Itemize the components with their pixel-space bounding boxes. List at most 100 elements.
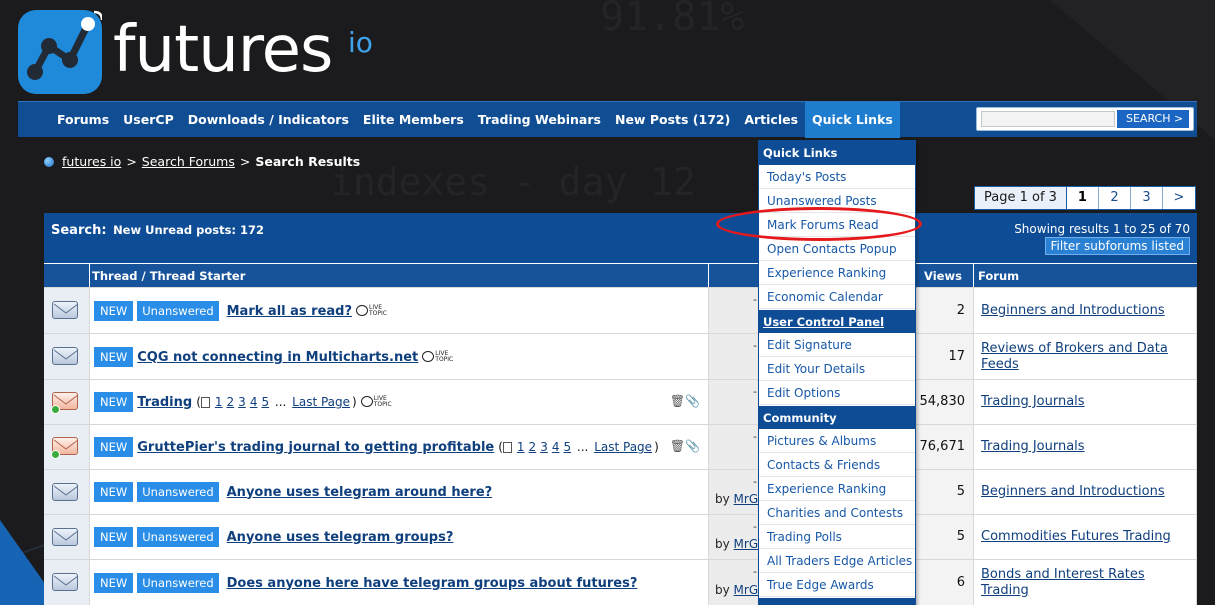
views-cell: 76,671: [914, 425, 974, 469]
thread-page-link[interactable]: 3: [238, 395, 246, 409]
menu-item-all-traders-edge-articles[interactable]: All Traders Edge Articles: [759, 549, 915, 573]
views-value: 76,671: [919, 439, 966, 454]
nav-quick-links[interactable]: Quick Links: [805, 102, 900, 138]
results-subtitle: New Unread posts: 172: [113, 223, 265, 237]
thread-title-link[interactable]: Anyone uses telegram groups?: [227, 530, 454, 545]
thread-page-link[interactable]: 3: [540, 440, 548, 454]
forum-link[interactable]: Reviews of Brokers and Data Feeds: [981, 341, 1191, 373]
menu-item-todays-posts[interactable]: Today's Posts: [759, 165, 915, 189]
col-forum-header[interactable]: Forum: [974, 263, 1197, 287]
views-cell: 2: [914, 288, 974, 333]
thread-page-link[interactable]: 2: [227, 395, 235, 409]
thread-status-cell: [44, 288, 90, 333]
thread-title-link[interactable]: CQG not connecting in Multicharts.net: [137, 350, 418, 365]
thread-title-link[interactable]: Mark all as read?: [227, 304, 352, 319]
menu-item-true-edge-awards[interactable]: True Edge Awards: [759, 573, 915, 597]
menu-item-unanswered-posts[interactable]: Unanswered Posts: [759, 189, 915, 213]
thread-page-link[interactable]: 1: [215, 395, 223, 409]
menu-item-edit-options[interactable]: Edit Options: [759, 381, 915, 405]
search-button[interactable]: SEARCH >: [1117, 110, 1189, 128]
col-thread-header[interactable]: Thread / Thread Starter: [90, 263, 709, 287]
views-value: 17: [948, 349, 965, 364]
forum-link[interactable]: Commodities Futures Trading: [981, 529, 1191, 545]
search-input[interactable]: [981, 111, 1115, 127]
logo-wordmark: futures: [113, 13, 333, 87]
user-link[interactable]: MrG: [734, 492, 759, 506]
menu-item-contacts-friends[interactable]: Contacts & Friends: [759, 453, 915, 477]
thread-page-link[interactable]: 1: [517, 440, 525, 454]
thread-page-link[interactable]: 5: [261, 395, 269, 409]
user-link[interactable]: MrG: [734, 537, 759, 551]
forum-cell: Beginners and Introductions: [974, 288, 1197, 333]
new-badge: NEW: [94, 392, 134, 412]
thread-page-link[interactable]: 4: [552, 440, 560, 454]
last-page-link[interactable]: Last Page: [594, 440, 652, 454]
last-page-link[interactable]: Last Page: [292, 395, 350, 409]
thread-title-link[interactable]: Trading: [137, 395, 192, 410]
live-topic-icon: LIVE TOPIC: [360, 396, 392, 408]
envelope-icon: [52, 528, 79, 546]
forum-link[interactable]: Beginners and Introductions: [981, 303, 1191, 319]
breadcrumb-home[interactable]: futures io: [62, 154, 121, 169]
pagination: Page 1 of 3 1 2 3 >: [974, 186, 1196, 210]
menu-item-pictures-albums[interactable]: Pictures & Albums: [759, 429, 915, 453]
nav-articles[interactable]: Articles: [737, 102, 805, 138]
envelope-icon: [52, 301, 79, 319]
nav-forums[interactable]: Forums: [50, 102, 116, 138]
thread-title-link[interactable]: Does anyone here have telegram groups ab…: [227, 576, 638, 591]
forum-link[interactable]: Beginners and Introductions: [981, 484, 1191, 500]
logo-graph-icon: [18, 10, 102, 94]
menu-item-experience-ranking[interactable]: Experience Ranking: [759, 261, 915, 285]
menu-item-trading-polls[interactable]: Trading Polls: [759, 525, 915, 549]
menu-item-economic-calendar[interactable]: Economic Calendar: [759, 285, 915, 309]
thread-status-cell: [44, 515, 90, 559]
thread-line: NEW GruttePier's trading journal to gett…: [94, 437, 659, 457]
menu-item-experience-ranking-community[interactable]: Experience Ranking: [759, 477, 915, 501]
filter-subforums-button[interactable]: Filter subforums listed: [1044, 237, 1190, 255]
forum-link[interactable]: Bonds and Interest Rates Trading: [981, 567, 1191, 599]
page-1[interactable]: 1: [1067, 187, 1099, 209]
last-post-by: by MrG: [715, 492, 759, 506]
page-2[interactable]: 2: [1099, 187, 1131, 209]
next-page[interactable]: >: [1163, 187, 1195, 209]
views-value: 2: [956, 303, 965, 318]
forum-link[interactable]: Trading Journals: [981, 394, 1191, 410]
dropdown-section-user-control-panel[interactable]: User Control Panel: [759, 309, 915, 333]
search-box: SEARCH >: [976, 107, 1194, 131]
forum-link[interactable]: Trading Journals: [981, 439, 1191, 455]
col-icon-header: [44, 263, 90, 287]
menu-item-charities-contests[interactable]: Charities and Contests: [759, 501, 915, 525]
forum-cell: Trading Journals: [974, 380, 1197, 424]
nav-downloads[interactable]: Downloads / Indicators: [181, 102, 356, 138]
thread-page-link[interactable]: 4: [250, 395, 258, 409]
thread-line: NEW Unanswered Mark all as read? LIVE TOP…: [94, 301, 387, 321]
thread-page-link[interactable]: 2: [529, 440, 537, 454]
new-badge: NEW: [94, 527, 134, 547]
views-cell: 5: [914, 470, 974, 514]
page-3[interactable]: 3: [1131, 187, 1163, 209]
breadcrumb-search-forums[interactable]: Search Forums: [142, 154, 235, 169]
thread-page-link[interactable]: 5: [563, 440, 571, 454]
new-badge: NEW: [94, 347, 134, 367]
nav-usercp[interactable]: UserCP: [116, 102, 181, 138]
thread-status-cell: [44, 425, 90, 469]
menu-item-edit-signature[interactable]: Edit Signature: [759, 333, 915, 357]
user-link[interactable]: MrG: [734, 583, 759, 597]
site-logo[interactable]: futures io: [18, 6, 388, 94]
menu-item-mark-forums-read[interactable]: Mark Forums Read: [759, 213, 915, 237]
thread-title-link[interactable]: Anyone uses telegram around here?: [227, 485, 493, 500]
thread-title-link[interactable]: GruttePier's trading journal to getting …: [137, 440, 494, 455]
nav-elite-members[interactable]: Elite Members: [356, 102, 471, 138]
breadcrumb-current: Search Results: [255, 154, 361, 169]
menu-item-open-contacts-popup[interactable]: Open Contacts Popup: [759, 237, 915, 261]
nav-items: Forums UserCP Downloads / Indicators Eli…: [50, 102, 900, 138]
nav-trading-webinars[interactable]: Trading Webinars: [471, 102, 608, 138]
col-views-header[interactable]: Views: [914, 263, 974, 287]
menu-item-edit-your-details[interactable]: Edit Your Details: [759, 357, 915, 381]
forum-cell: Commodities Futures Trading: [974, 515, 1197, 559]
forum-cell: Beginners and Introductions: [974, 470, 1197, 514]
nav-new-posts[interactable]: New Posts (172): [608, 102, 737, 138]
forum-cell: Bonds and Interest Rates Trading: [974, 560, 1197, 605]
views-value: 5: [956, 529, 965, 544]
forum-cell: Trading Journals: [974, 425, 1197, 469]
